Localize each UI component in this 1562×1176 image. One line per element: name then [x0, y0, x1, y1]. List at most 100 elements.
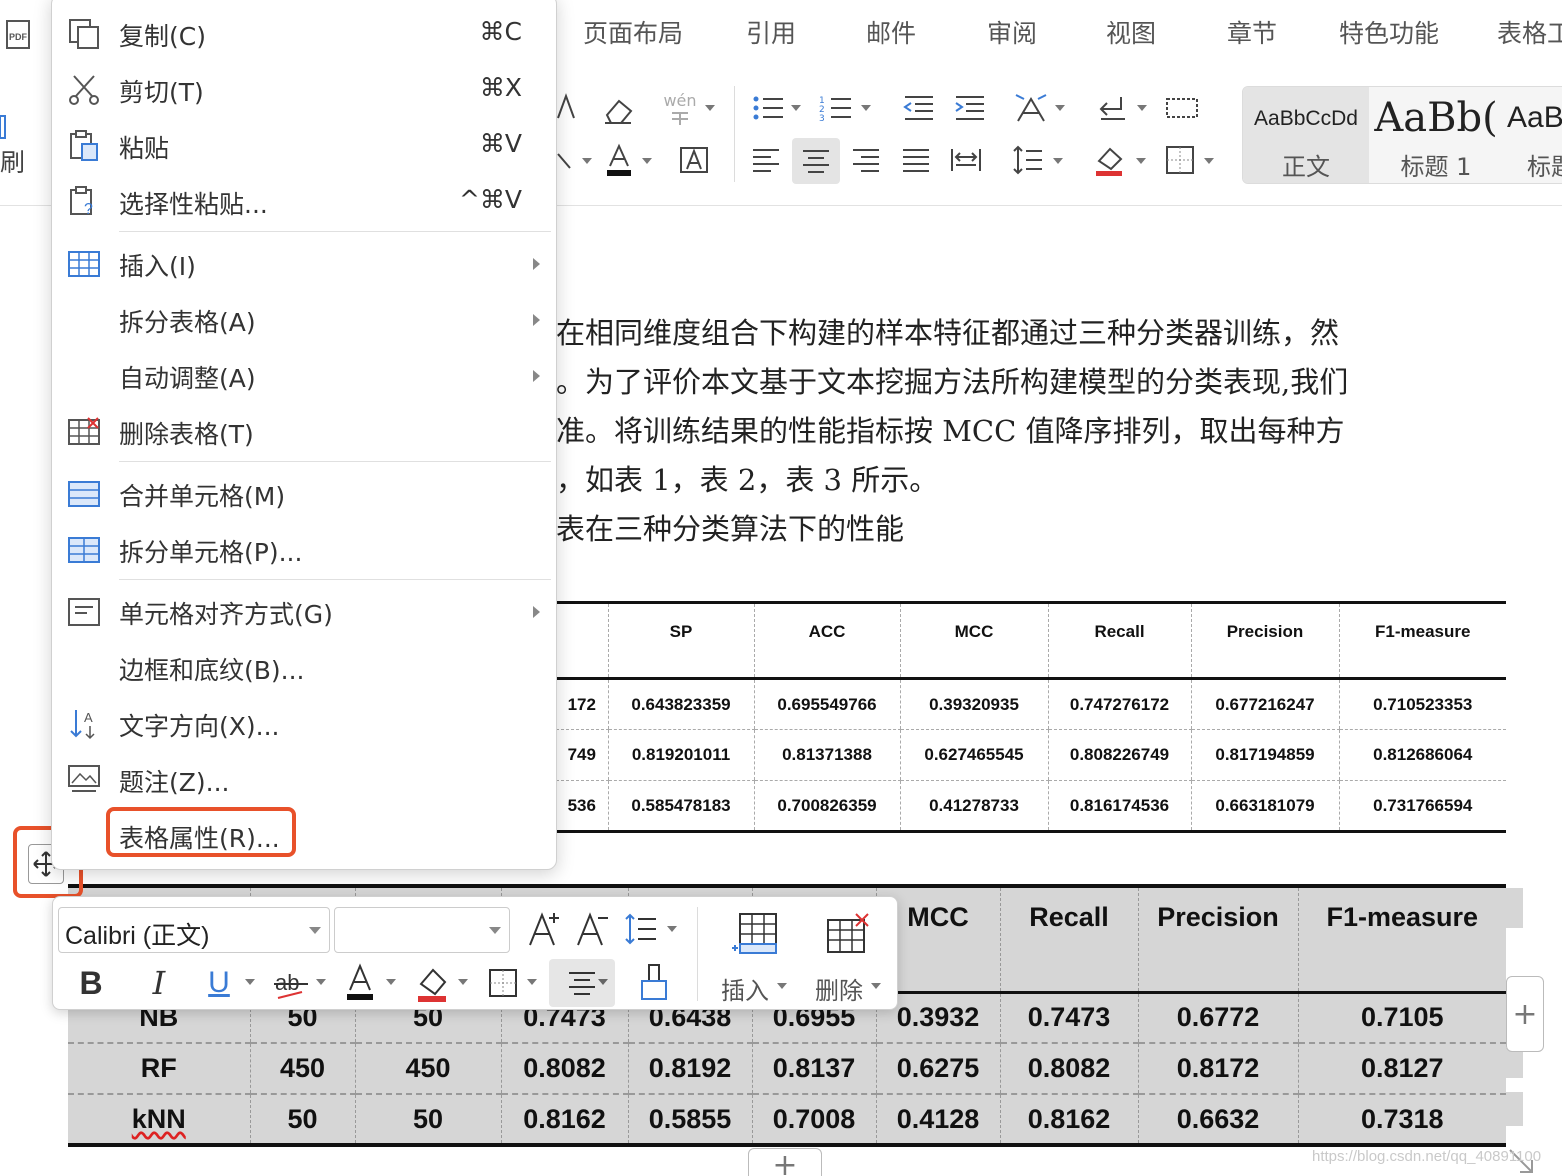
table-cell[interactable]: 0.81371388 [753, 729, 900, 781]
align-left-icon[interactable] [750, 144, 782, 176]
tab-view[interactable]: 视图 [1106, 14, 1156, 50]
table-cell[interactable]: 0.6275 [875, 1043, 1000, 1095]
menu-item-paste[interactable]: 粘贴 ⌘V [52, 118, 556, 174]
character-border-icon[interactable] [677, 144, 711, 176]
bullets-icon[interactable] [750, 92, 786, 124]
chinese-layout-caret[interactable] [1055, 105, 1065, 111]
chinese-layout-icon[interactable] [1011, 90, 1051, 126]
table-cell[interactable]: 0.747276172 [1047, 678, 1191, 730]
justify-icon[interactable] [900, 144, 932, 176]
distributed-align-icon[interactable] [949, 144, 983, 176]
show-hide-marks-caret[interactable] [1137, 105, 1147, 111]
table-cell[interactable]: 0.8172 [1137, 1043, 1298, 1095]
font-name-select[interactable]: Calibri (正文) [58, 907, 330, 953]
table-cell[interactable]: 0.819201011 [607, 729, 754, 781]
phonetic-guide-caret[interactable] [705, 105, 715, 111]
borders-caret[interactable] [1204, 158, 1214, 164]
table-cell[interactable]: 0.8162 [999, 1094, 1138, 1147]
table-cell[interactable]: 0.7008 [751, 1094, 876, 1147]
table-cell[interactable]: 0.6772 [1137, 992, 1298, 1044]
header-cell[interactable]: MCC [899, 601, 1048, 680]
table-cell[interactable]: RF [68, 1043, 250, 1095]
table-cell[interactable]: 0.627465545 [899, 729, 1048, 781]
tab-references[interactable]: 引用 [746, 14, 796, 50]
italic-button[interactable]: I [145, 961, 173, 1005]
add-column-button[interactable]: + [1506, 976, 1544, 1052]
menu-item-merge-cells[interactable]: 合并单元格(M) [52, 466, 556, 522]
tab-review[interactable]: 审阅 [987, 14, 1037, 50]
menu-item-text-direction[interactable]: A 文字方向(X)... [52, 696, 556, 752]
table-cell[interactable]: 0.695549766 [753, 678, 900, 730]
shading-caret[interactable] [1136, 158, 1146, 164]
header-cell[interactable]: Recall [1047, 601, 1191, 680]
menu-item-cell-alignment[interactable]: 单元格对齐方式(G) [52, 584, 556, 640]
table-cell[interactable]: 172 [556, 678, 608, 730]
table-cell[interactable]: 0.8127 [1297, 1043, 1506, 1095]
font-color-icon[interactable] [603, 142, 635, 178]
table-cell[interactable]: 0.7105 [1297, 992, 1506, 1044]
style-heading-2[interactable]: AaB 标题 [1503, 87, 1562, 183]
table-cell[interactable]: 0.5855 [627, 1094, 752, 1147]
strikethrough-icon[interactable]: ab [271, 963, 311, 1003]
highlight-color-icon[interactable] [415, 961, 451, 1005]
add-row-button[interactable]: + [748, 1148, 822, 1176]
table-cell[interactable]: 0.39320935 [899, 678, 1048, 730]
insert-caret[interactable] [777, 983, 787, 989]
table-cell[interactable]: 0.4128 [875, 1094, 1000, 1147]
shrink-font-icon[interactable] [573, 907, 611, 951]
text-effect-icon[interactable] [556, 146, 576, 176]
menu-item-copy[interactable]: 复制(C) ⌘C [52, 6, 556, 62]
borders-icon[interactable] [487, 965, 519, 1001]
style-heading-1[interactable]: AaBb( 标题 1 [1369, 87, 1503, 183]
borders-caret[interactable] [527, 979, 537, 985]
numbering-icon[interactable]: 123 [818, 92, 854, 124]
menu-item-cut[interactable]: 剪切(T) ⌘X [52, 62, 556, 118]
header-cell[interactable]: ACC [753, 601, 900, 680]
menu-item-borders-shading[interactable]: 边框和底纹(B)... [52, 640, 556, 696]
header-cell[interactable]: F1-measure [1338, 601, 1506, 680]
table-delete-icon[interactable] [823, 911, 873, 957]
header-cell[interactable]: Precision [1190, 601, 1339, 680]
insert-label[interactable]: 插入 [721, 971, 769, 1006]
phonetic-guide-icon[interactable]: wén [660, 90, 700, 128]
tab-sections[interactable]: 章节 [1227, 14, 1277, 50]
tab-page-layout[interactable]: 页面布局 [583, 14, 683, 50]
table-cell[interactable]: 749 [556, 729, 608, 781]
line-spacing-icon[interactable] [1011, 142, 1045, 178]
table-cell[interactable]: 0.8082 [500, 1043, 628, 1095]
align-right-icon[interactable] [850, 144, 882, 176]
table-cell[interactable]: 536 [556, 780, 608, 833]
table-cell[interactable]: 50 [354, 1094, 501, 1147]
table-cell[interactable]: 450 [249, 1043, 355, 1095]
table-cell[interactable]: 0.808226749 [1047, 729, 1191, 781]
table-cell[interactable]: 0.710523353 [1338, 678, 1506, 730]
table-cell[interactable]: kNN [68, 1094, 250, 1147]
table-cell[interactable]: 0.41278733 [899, 780, 1048, 833]
underline-caret[interactable] [245, 979, 255, 985]
header-cell[interactable]: Recall [999, 884, 1138, 994]
menu-item-insert[interactable]: 插入(I) [52, 236, 556, 292]
align-caret[interactable] [598, 979, 608, 985]
font-size-select[interactable] [334, 907, 510, 953]
menu-item-split-table[interactable]: 拆分表格(A) [52, 292, 556, 348]
table-cell[interactable]: 0.817194859 [1190, 729, 1339, 781]
bullets-caret[interactable] [791, 105, 801, 111]
table-insert-icon[interactable] [731, 911, 781, 957]
menu-item-split-cells[interactable]: 拆分单元格(P)... [52, 522, 556, 578]
decrease-indent-icon[interactable] [900, 92, 936, 124]
line-spacing-caret[interactable] [1053, 158, 1063, 164]
format-painter-icon[interactable] [0, 112, 8, 142]
tab-mailings[interactable]: 邮件 [866, 14, 916, 50]
numbering-caret[interactable] [861, 105, 871, 111]
increase-indent-icon[interactable] [951, 92, 987, 124]
font-color-icon[interactable] [343, 961, 377, 1005]
table-cell[interactable]: 0.677216247 [1190, 678, 1339, 730]
font-color-caret[interactable] [642, 158, 652, 164]
table-cell[interactable]: 0.663181079 [1190, 780, 1339, 833]
spellcheck-word[interactable]: kNN [132, 1104, 186, 1134]
tab-table-tools[interactable]: 表格工 [1497, 14, 1562, 50]
bold-button[interactable]: B [75, 961, 107, 1005]
format-painter-label[interactable]: 刷 [0, 150, 25, 175]
header-cell[interactable]: SP [607, 601, 754, 680]
menu-item-paste-special[interactable]: ? 选择性粘贴... ^⌘V [52, 174, 556, 230]
